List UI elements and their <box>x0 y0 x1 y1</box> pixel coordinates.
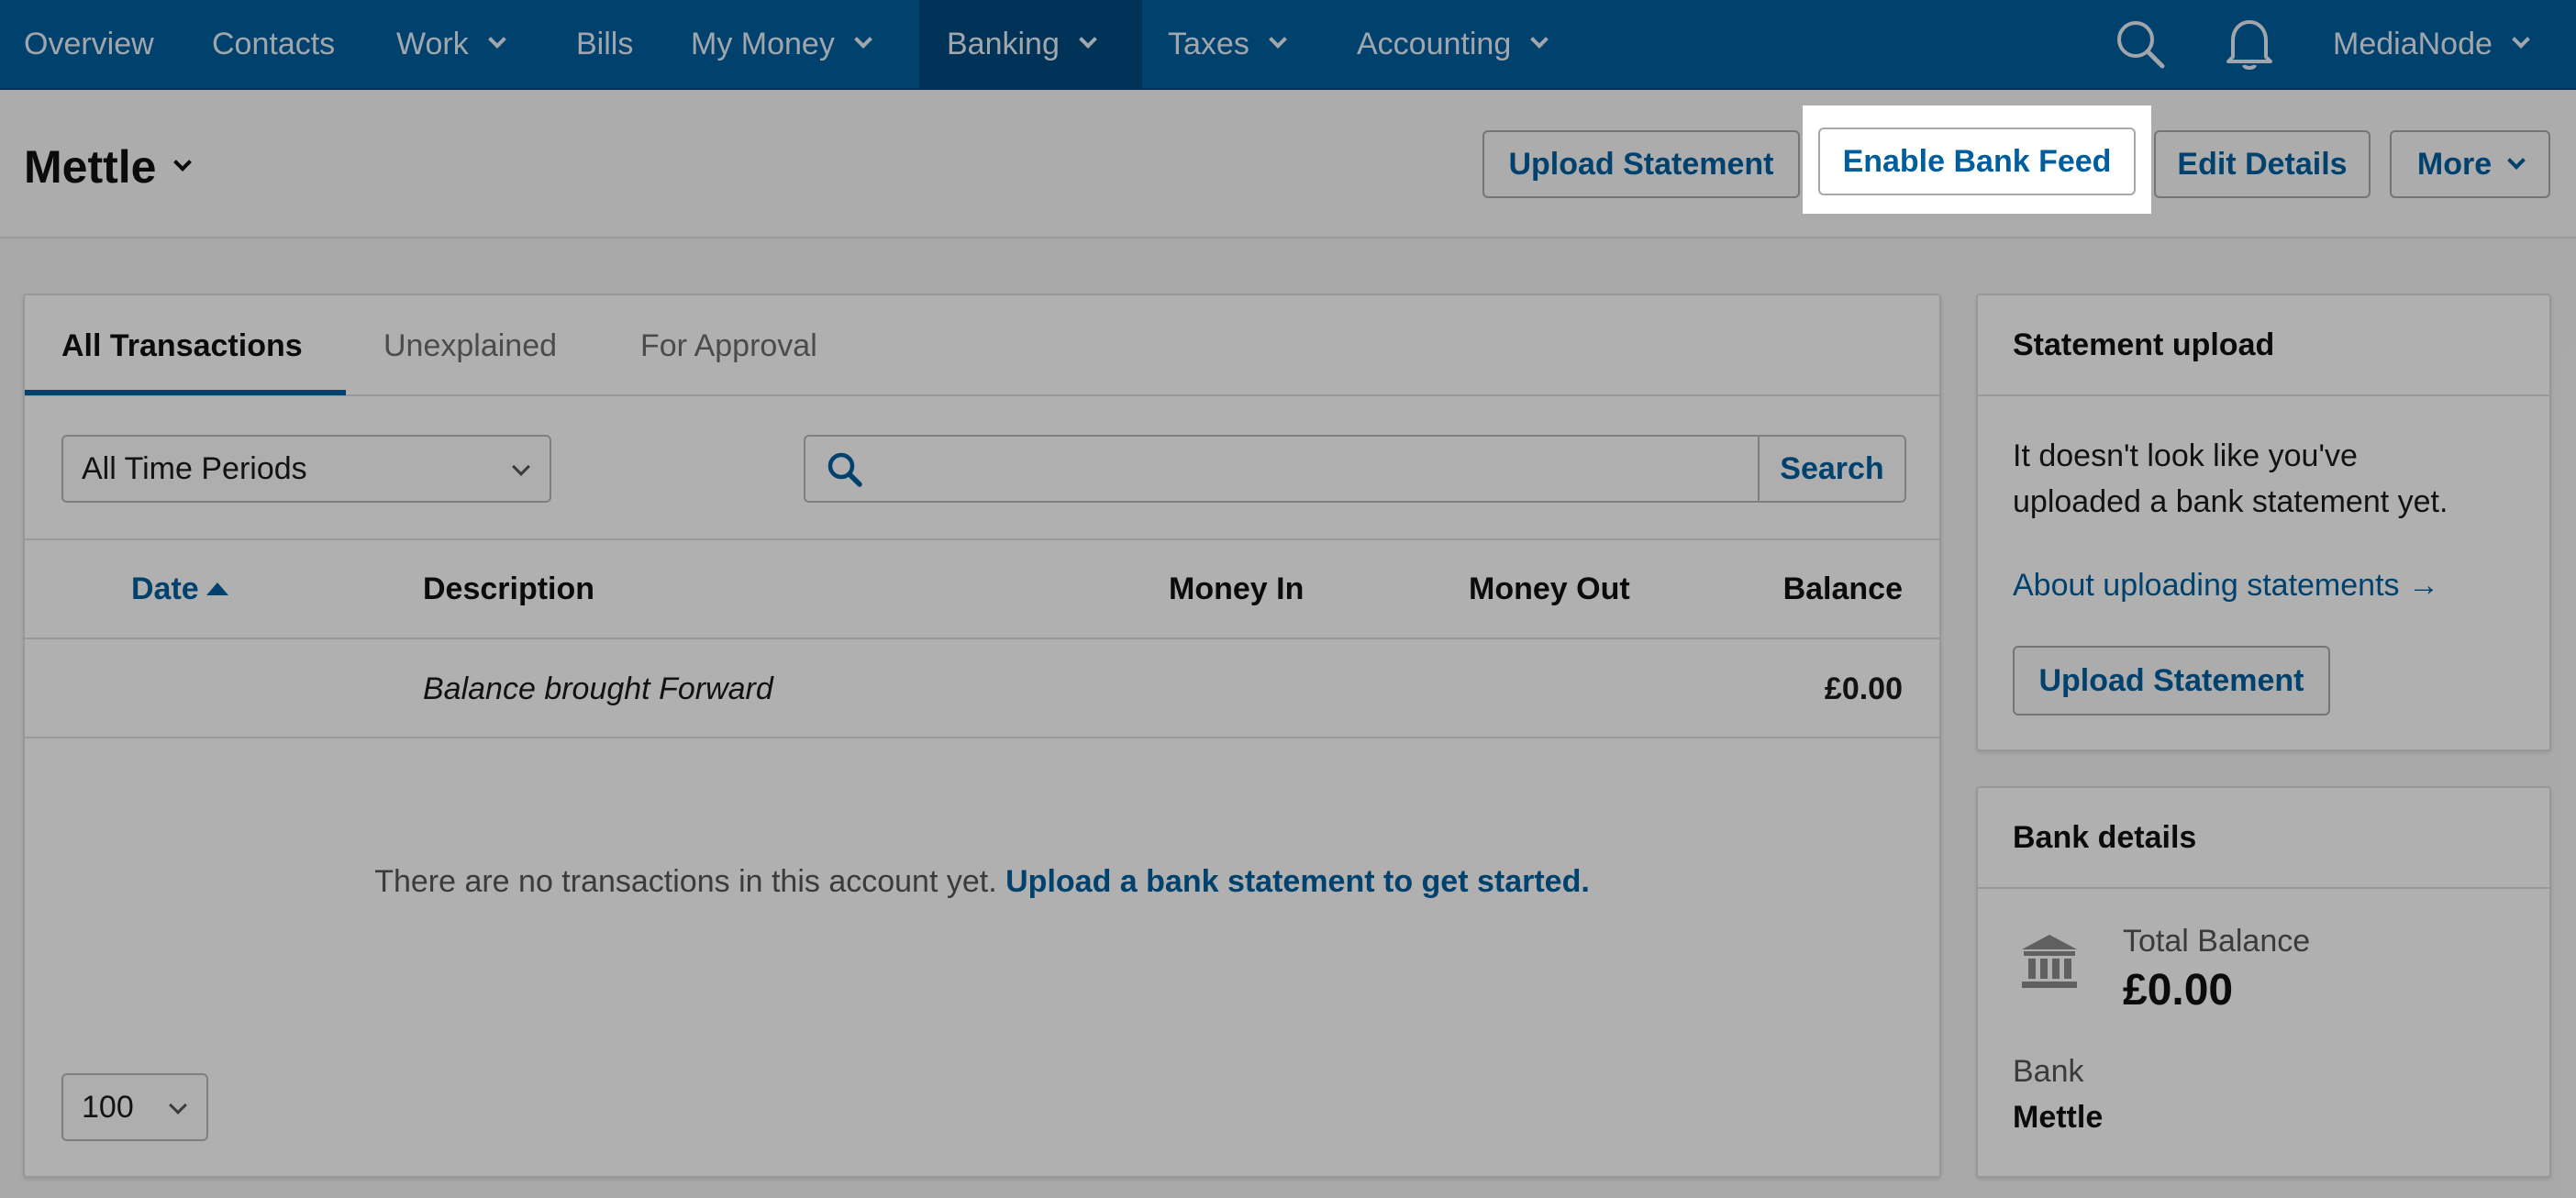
button-label: More <box>2416 146 2493 182</box>
top-navigation: Overview Contacts Work Bills My Money Ba… <box>0 0 2576 90</box>
column-label: Balance <box>1782 571 1903 606</box>
nav-item-contacts[interactable]: Contacts <box>212 0 335 88</box>
nav-label: Banking <box>947 26 1060 61</box>
sort-ascending-icon <box>205 582 228 595</box>
tab-all-transactions[interactable]: All Transactions <box>61 295 303 396</box>
edit-details-button[interactable]: Edit Details <box>2154 130 2371 198</box>
empty-state: There are no transactions in this accoun… <box>25 864 1939 900</box>
table-header: Date Description Money In Money Out Bala… <box>25 538 1939 639</box>
time-period-select[interactable]: All Time Periods <box>61 435 551 503</box>
nav-item-overview[interactable]: Overview <box>24 0 154 88</box>
bank-icon <box>2022 935 2077 988</box>
nav-item-my-money[interactable]: My Money <box>691 0 872 88</box>
nav-label: Taxes <box>1168 26 1249 61</box>
bank-label: Bank <box>2013 1054 2084 1089</box>
chevron-down-icon <box>1268 30 1287 49</box>
column-date[interactable]: Date <box>131 540 228 638</box>
text-line: It doesn't look like you've <box>2013 438 2358 473</box>
nav-label: Contacts <box>212 26 336 61</box>
search-icon <box>827 452 862 487</box>
column-money-out: Money Out <box>1469 540 1630 638</box>
tab-label: For Approval <box>640 327 817 363</box>
chevron-down-icon <box>173 153 193 172</box>
spotlight-highlight: Enable Bank Feed <box>1803 105 2151 214</box>
chevron-down-icon <box>2507 151 2526 170</box>
nav-label: Work <box>396 26 469 61</box>
button-label: Edit Details <box>2177 146 2348 182</box>
button-label: Upload Statement <box>1508 146 1774 182</box>
enable-bank-feed-button[interactable]: Enable Bank Feed <box>1818 128 2136 195</box>
account-selector[interactable]: Mettle <box>24 140 193 194</box>
user-menu[interactable]: MediaNode <box>2333 0 2530 88</box>
total-balance-label: Total Balance <box>2123 924 2311 959</box>
tab-for-approval[interactable]: For Approval <box>640 295 817 396</box>
about-uploading-link[interactable]: About uploading statements → <box>2013 568 2439 604</box>
column-label: Description <box>423 571 595 606</box>
bank-value: Mettle <box>2013 1100 2104 1135</box>
card-title: Bank details <box>1978 788 2549 889</box>
nav-item-accounting[interactable]: Accounting <box>1357 0 1549 88</box>
bank-details-card: Bank details Total Balance £0.00 Bank Me… <box>1976 786 2551 1178</box>
chevron-down-icon <box>1078 30 1097 49</box>
user-name: MediaNode <box>2333 26 2493 61</box>
tab-unexplained[interactable]: Unexplained <box>383 295 557 396</box>
statement-upload-text: It doesn't look like you've uploaded a b… <box>2013 433 2448 525</box>
chevron-down-icon <box>487 30 506 49</box>
row-description: Balance brought Forward <box>423 671 773 706</box>
search-box: Search <box>804 435 1906 503</box>
total-balance-value: £0.00 <box>2123 966 2234 1015</box>
chevron-down-icon <box>2511 30 2530 49</box>
chevron-down-icon <box>169 1096 187 1115</box>
text-line: uploaded a bank statement yet. <box>2013 484 2448 519</box>
column-money-in: Money In <box>1169 540 1304 638</box>
column-label: Date <box>131 571 199 606</box>
column-balance: Balance <box>1783 540 1903 638</box>
nav-label: Bills <box>576 26 634 61</box>
nav-label: Overview <box>24 26 154 61</box>
search-input[interactable] <box>879 437 1732 501</box>
button-label: Search <box>1780 450 1884 486</box>
page-size-select[interactable]: 100 <box>61 1073 208 1141</box>
nav-item-bills[interactable]: Bills <box>576 0 633 88</box>
empty-message: There are no transactions in this accoun… <box>374 864 997 899</box>
nav-item-banking[interactable]: Banking <box>919 0 1142 88</box>
tab-label: All Transactions <box>61 327 303 363</box>
more-button[interactable]: More <box>2390 130 2550 198</box>
statement-upload-card: Statement upload It doesn't look like yo… <box>1976 294 2551 751</box>
row-balance: £0.00 <box>1824 671 1903 706</box>
chevron-down-icon <box>512 458 530 476</box>
active-tab-indicator <box>25 390 346 395</box>
upload-statement-button[interactable]: Upload Statement <box>1482 130 1800 198</box>
upload-statement-link[interactable]: Upload a bank statement to get started. <box>1005 864 1590 899</box>
transactions-panel: All Transactions Unexplained For Approva… <box>23 294 1941 1178</box>
account-header: Mettle Upload Statement Edit Details Mor… <box>0 90 2576 238</box>
nav-item-work[interactable]: Work <box>396 0 506 88</box>
button-label: Upload Statement <box>2038 662 2304 698</box>
upload-statement-button[interactable]: Upload Statement <box>2013 646 2330 715</box>
select-value: 100 <box>82 1089 134 1125</box>
chevron-down-icon <box>853 30 872 49</box>
nav-item-taxes[interactable]: Taxes <box>1168 0 1287 88</box>
card-title: Statement upload <box>1978 295 2549 396</box>
select-value: All Time Periods <box>82 450 307 486</box>
search-icon[interactable] <box>2115 0 2166 88</box>
chevron-down-icon <box>1530 30 1549 49</box>
nav-label: My Money <box>691 26 835 61</box>
column-label: Money Out <box>1469 571 1630 606</box>
tab-label: Unexplained <box>383 327 558 363</box>
search-button[interactable]: Search <box>1758 437 1904 501</box>
button-label: Enable Bank Feed <box>1842 143 2112 179</box>
transaction-tabs: All Transactions Unexplained For Approva… <box>25 295 1939 396</box>
table-row: Balance brought Forward £0.00 <box>25 641 1939 738</box>
column-description: Description <box>423 540 594 638</box>
bell-icon[interactable] <box>2224 0 2275 88</box>
column-label: Money In <box>1169 571 1305 606</box>
nav-label: Accounting <box>1357 26 1512 61</box>
account-name: Mettle <box>24 141 157 193</box>
